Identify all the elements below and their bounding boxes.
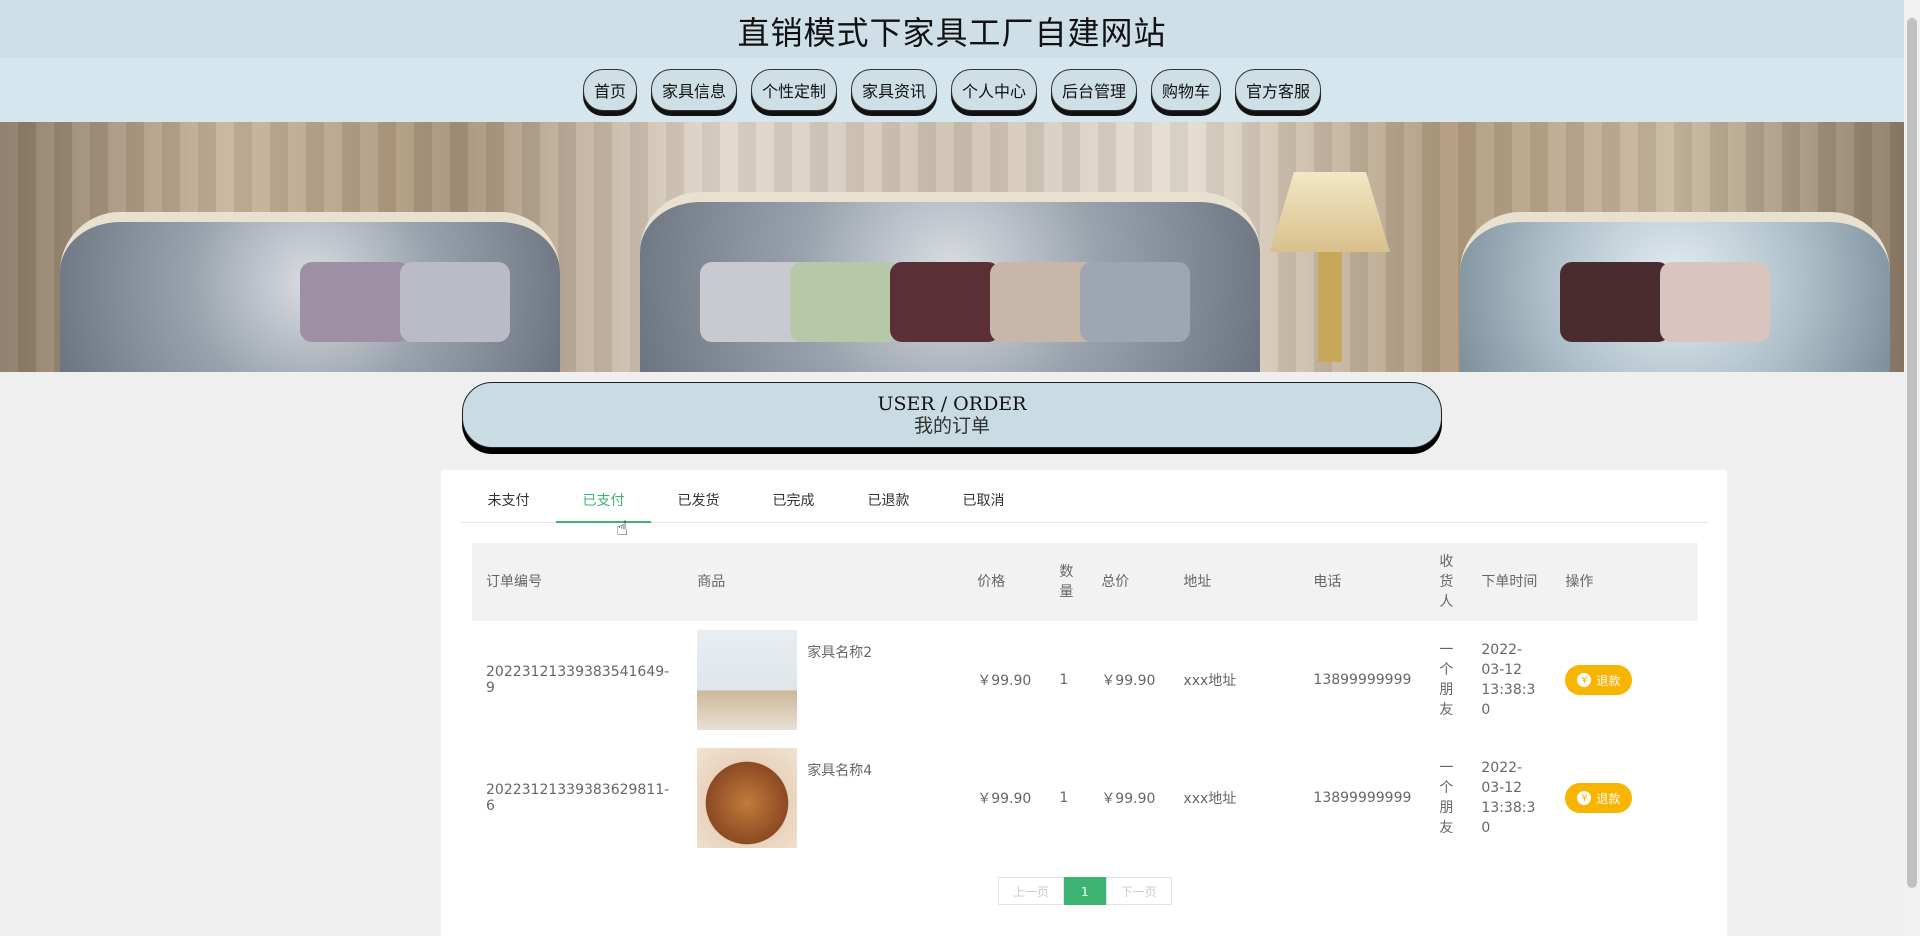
- phone: 13899999999: [1313, 672, 1412, 688]
- banner-image: [0, 122, 1904, 372]
- order-status-tabs: 未支付 已支付 已发货 已完成 已退款 已取消: [461, 470, 1709, 523]
- table-header: 订单编号 商品 价格 数量 总价 地址 电话 收货人 下单时间 操作: [472, 543, 1698, 621]
- nav-home[interactable]: 首页: [582, 69, 637, 111]
- nav-furniture-info[interactable]: 家具信息: [650, 69, 737, 111]
- price: ￥99.90: [977, 673, 1032, 689]
- banner-sofa-center: [640, 192, 1260, 372]
- order-time: 2022-03-12 13:38:30: [1481, 642, 1536, 718]
- yen-icon: ¥: [1577, 673, 1592, 687]
- next-page-button[interactable]: 下一页: [1105, 877, 1172, 905]
- nav-furniture-news[interactable]: 家具资讯: [850, 69, 937, 111]
- table-row: 20223121339383629811­6 家具名称4 ￥99.90 1 ￥9…: [472, 739, 1698, 857]
- header-total: 总价: [1101, 574, 1130, 590]
- product-thumbnail[interactable]: [697, 630, 798, 730]
- action-cell: ¥ 退款: [1551, 739, 1698, 857]
- product-thumbnail[interactable]: [697, 748, 798, 848]
- quantity: 1: [1059, 672, 1069, 688]
- tab-shipped[interactable]: 已发货: [651, 470, 746, 522]
- yen-icon: ¥: [1577, 791, 1592, 805]
- nav-cart[interactable]: 购物车: [1151, 69, 1222, 111]
- banner-sofa-left: [60, 212, 560, 372]
- refund-label: 退款: [1596, 791, 1621, 806]
- refund-button[interactable]: ¥ 退款: [1565, 665, 1633, 695]
- header-qty: 数量: [1059, 564, 1074, 600]
- refund-label: 退款: [1596, 673, 1621, 688]
- vertical-scrollbar[interactable]: [1904, 0, 1920, 936]
- site-title: 直销模式下家具工厂自建网站: [737, 14, 1167, 52]
- total-price: ￥99.90: [1101, 673, 1156, 689]
- prev-page-button[interactable]: 上一页: [998, 877, 1065, 905]
- pagination: 上一页 1 下一页: [998, 877, 1172, 905]
- address: xxx地址: [1183, 673, 1237, 689]
- header-receiver: 收货人: [1439, 554, 1454, 610]
- heading-en: USER / ORDER: [877, 393, 1027, 415]
- tab-refunded[interactable]: 已退款: [841, 470, 936, 522]
- price: ￥99.90: [977, 791, 1032, 807]
- nav-customer-service[interactable]: 官方客服: [1235, 69, 1322, 111]
- main-nav: 首页 家具信息 个性定制 家具资讯 个人中心 后台管理 购物车 官方客服: [0, 58, 1904, 122]
- nav-admin[interactable]: 后台管理: [1051, 69, 1138, 111]
- product-cell: 家具名称4: [683, 739, 963, 857]
- tab-unpaid[interactable]: 未支付: [461, 470, 556, 522]
- scrollbar-thumb[interactable]: [1907, 18, 1917, 888]
- header-address: 地址: [1183, 574, 1212, 590]
- header-time: 下单时间: [1481, 574, 1538, 590]
- product-cell: 家具名称2: [683, 621, 963, 739]
- product-name[interactable]: 家具名称4: [807, 760, 872, 780]
- order-no: 20223121339383629811­6: [486, 782, 670, 814]
- tab-cancelled[interactable]: 已取消: [936, 470, 1031, 522]
- order-panel: 未支付 已支付 已发货 已完成 已退款 已取消 订单编号 商品 价格 数量 总价…: [441, 470, 1727, 936]
- page-1-button[interactable]: 1: [1064, 877, 1106, 905]
- phone: 13899999999: [1313, 790, 1412, 806]
- header-price: 价格: [977, 574, 1006, 590]
- nav-customization[interactable]: 个性定制: [750, 69, 837, 111]
- banner-sofa-right: [1460, 212, 1890, 372]
- order-time: 2022-03-12 13:38:30: [1481, 760, 1536, 836]
- receiver: 一个朋友: [1439, 642, 1454, 718]
- refund-button[interactable]: ¥ 退款: [1565, 783, 1633, 813]
- table-row: 20223121339383541649­9 家具名称2 ￥99.90 1 ￥9…: [472, 621, 1698, 739]
- header-action: 操作: [1565, 574, 1594, 590]
- heading-cn: 我的订单: [913, 415, 990, 437]
- hand-cursor-icon: ☝: [616, 516, 629, 540]
- quantity: 1: [1059, 790, 1069, 806]
- action-cell: ¥ 退款: [1551, 621, 1698, 739]
- order-heading: USER / ORDER 我的订单: [462, 382, 1442, 448]
- tab-completed[interactable]: 已完成: [746, 470, 841, 522]
- header-product: 商品: [697, 574, 726, 590]
- site-header: 直销模式下家具工厂自建网站: [0, 0, 1904, 58]
- order-table: 订单编号 商品 价格 数量 总价 地址 电话 收货人 下单时间 操作 20223…: [472, 543, 1698, 857]
- order-no: 20223121339383541649­9: [486, 664, 670, 696]
- header-phone: 电话: [1313, 574, 1342, 590]
- header-order-no: 订单编号: [486, 574, 542, 590]
- total-price: ￥99.90: [1101, 791, 1156, 807]
- address: xxx地址: [1183, 791, 1237, 807]
- tab-paid[interactable]: 已支付: [556, 470, 651, 523]
- receiver: 一个朋友: [1439, 760, 1454, 836]
- product-name[interactable]: 家具名称2: [807, 642, 872, 662]
- nav-user-center[interactable]: 个人中心: [951, 69, 1038, 111]
